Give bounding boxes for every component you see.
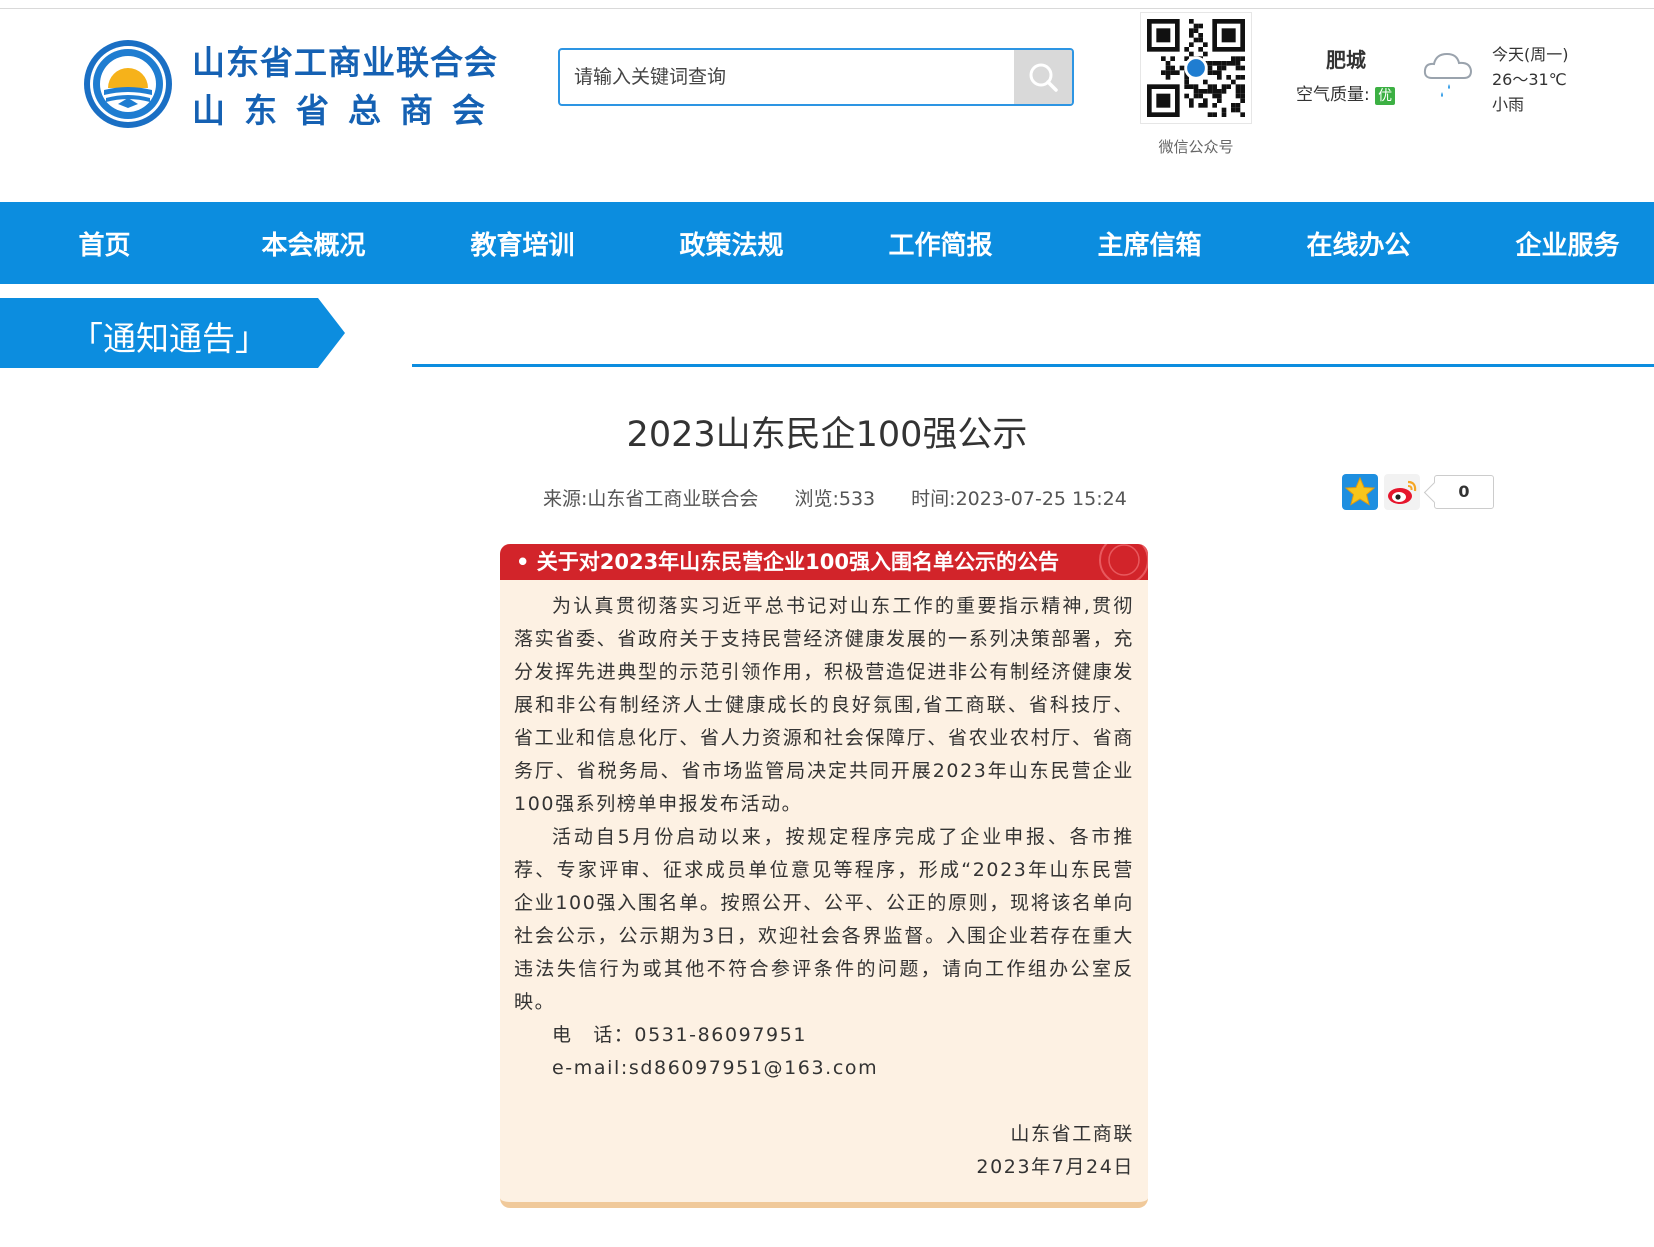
- nav-item-mailbox[interactable]: 主席信箱: [1045, 202, 1254, 284]
- notice-paragraph-1: 为认真贯彻落实习近平总书记对山东工作的重要指示精神,贯彻落实省委、省政府关于支持…: [514, 595, 1134, 815]
- air-quality-badge: 优: [1375, 87, 1396, 105]
- air-quality: 空气质量: 优: [1296, 80, 1396, 105]
- federation-logo: [84, 40, 172, 128]
- share-count: 0: [1434, 475, 1494, 509]
- search-box: [558, 48, 1074, 106]
- contact-phone: 电 话：0531-86097951: [552, 1024, 808, 1046]
- article-views: 浏览:533: [794, 488, 876, 510]
- weibo-icon[interactable]: [1384, 474, 1420, 510]
- weather-desc: 小雨: [1492, 95, 1525, 114]
- qr-code: [1147, 19, 1245, 117]
- nav-item-about[interactable]: 本会概况: [209, 202, 418, 284]
- share-bar: 0: [1342, 474, 1494, 510]
- search-input[interactable]: [560, 50, 1014, 104]
- wechat-qr-code: [1140, 12, 1252, 124]
- nav-item-enterprise[interactable]: 企业服务: [1463, 202, 1654, 284]
- section-divider: [412, 364, 1654, 367]
- section-tab-label: 「通知通告」: [70, 319, 268, 358]
- qzone-star-icon[interactable]: [1342, 474, 1378, 510]
- article-meta: 来源:山东省工商业联合会 浏览:533 时间:2023-07-25 15:24: [543, 484, 1157, 511]
- weather-temp: 26～31℃: [1492, 70, 1567, 89]
- nav-item-briefing[interactable]: 工作简报: [836, 202, 1045, 284]
- org-name-line1: 山东省工商业联合会: [192, 43, 498, 82]
- weather-day: 今天(周一): [1492, 45, 1569, 64]
- decorative-swirl-icon: [1099, 544, 1148, 580]
- notice-paragraph-2: 活动自5月份启动以来，按规定程序完成了企业申报、各市推荐、专家评审、征求成员单位…: [514, 826, 1134, 1013]
- nav-item-policy[interactable]: 政策法规: [627, 202, 836, 284]
- nav-item-office[interactable]: 在线办公: [1254, 202, 1463, 284]
- notice-card: • 关于对2023年山东民营企业100强入围名单公示的公告 为认真贯彻落实习近平…: [500, 544, 1148, 1208]
- contact-email: e-mail:sd86097951@163.com: [552, 1057, 879, 1079]
- notice-signature: 山东省工商联: [1010, 1123, 1134, 1145]
- cloud-rain-icon: [1423, 52, 1473, 97]
- notice-heading-bar: • 关于对2023年山东民营企业100强入围名单公示的公告: [500, 544, 1148, 580]
- org-name-line2: 山东省总商会: [192, 91, 504, 130]
- article-title: 2023山东民企100强公示: [626, 415, 1028, 455]
- org-name: 山东省工商业联合会 山东省总商会: [192, 40, 504, 136]
- city-name: 肥城: [1326, 48, 1366, 72]
- nav-item-training[interactable]: 教育培训: [418, 202, 627, 284]
- air-quality-label: 空气质量:: [1296, 85, 1370, 105]
- notice-date: 2023年7月24日: [976, 1156, 1134, 1178]
- main-nav: 首页 本会概况 教育培训 政策法规 工作简报 主席信箱 在线办公 企业服务: [0, 202, 1654, 284]
- article-time: 时间:2023-07-25 15:24: [911, 488, 1127, 510]
- nav-item-home[interactable]: 首页: [0, 202, 209, 284]
- search-button[interactable]: [1014, 50, 1072, 104]
- notice-heading: • 关于对2023年山东民营企业100强入围名单公示的公告: [516, 550, 1060, 574]
- notice-body: 为认真贯彻落实习近平总书记对山东工作的重要指示精神,贯彻落实省委、省政府关于支持…: [500, 580, 1148, 1184]
- section-tab: 「通知通告」: [0, 298, 345, 368]
- top-border: [0, 0, 1654, 9]
- article-source: 来源:山东省工商业联合会: [543, 488, 759, 510]
- qr-label: 微信公众号: [1158, 138, 1234, 156]
- search-icon: [1029, 63, 1058, 92]
- weather-info: 今天(周一) 26～31℃ 小雨: [1492, 42, 1569, 117]
